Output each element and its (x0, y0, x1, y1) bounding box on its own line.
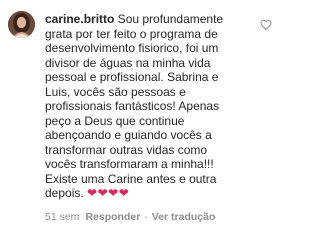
comment-line-8: peço a Deus que continue (45, 113, 185, 128)
comment-line-7: profissionais fantásticos! Apenas (45, 99, 220, 113)
comment-line-6: Luis, vocês são pessoas e (45, 84, 186, 99)
heart-emojis: ❤❤❤❤ (87, 186, 130, 200)
comment-line-10: transformar outras vidas como (45, 142, 208, 157)
comment-line-3: desenvolvimento fisiorico, foi um (45, 41, 219, 55)
comment-line-11: vocês transformaram a minha!!! (45, 157, 214, 171)
meta-separator: · (144, 210, 148, 223)
comment-line-2: grata por ter feito o programa de (45, 26, 218, 41)
comment-meta: 51 sem Responder · Ver tradução (45, 211, 273, 223)
comment-line-13: depois. (45, 186, 88, 200)
like-heart-icon[interactable] (260, 18, 272, 31)
comment-line-1: Sou profundamente (114, 12, 224, 26)
reply-button[interactable]: Responder (85, 211, 140, 223)
comment-text: carine.britto Sou profundamente grata po… (45, 12, 273, 201)
avatar[interactable] (8, 11, 35, 38)
comment-line-4: divisor de águas na minha vida (45, 55, 211, 70)
comment-item: carine.britto Sou profundamente grata po… (0, 0, 278, 244)
comment-line-12: Existe uma Carine antes e outra (45, 171, 217, 186)
avatar-image (8, 11, 35, 38)
comment-username[interactable]: carine.britto (45, 12, 114, 26)
see-translation-button[interactable]: Ver tradução (152, 211, 216, 223)
comment-line-5: pessoal e profissional. Sabrina e (45, 70, 219, 84)
comment-time[interactable]: 51 sem (45, 211, 79, 223)
comment-line-9: abençoando e guiando vocês a (45, 128, 212, 142)
comment-body: carine.britto Sou profundamente grata po… (45, 12, 273, 223)
